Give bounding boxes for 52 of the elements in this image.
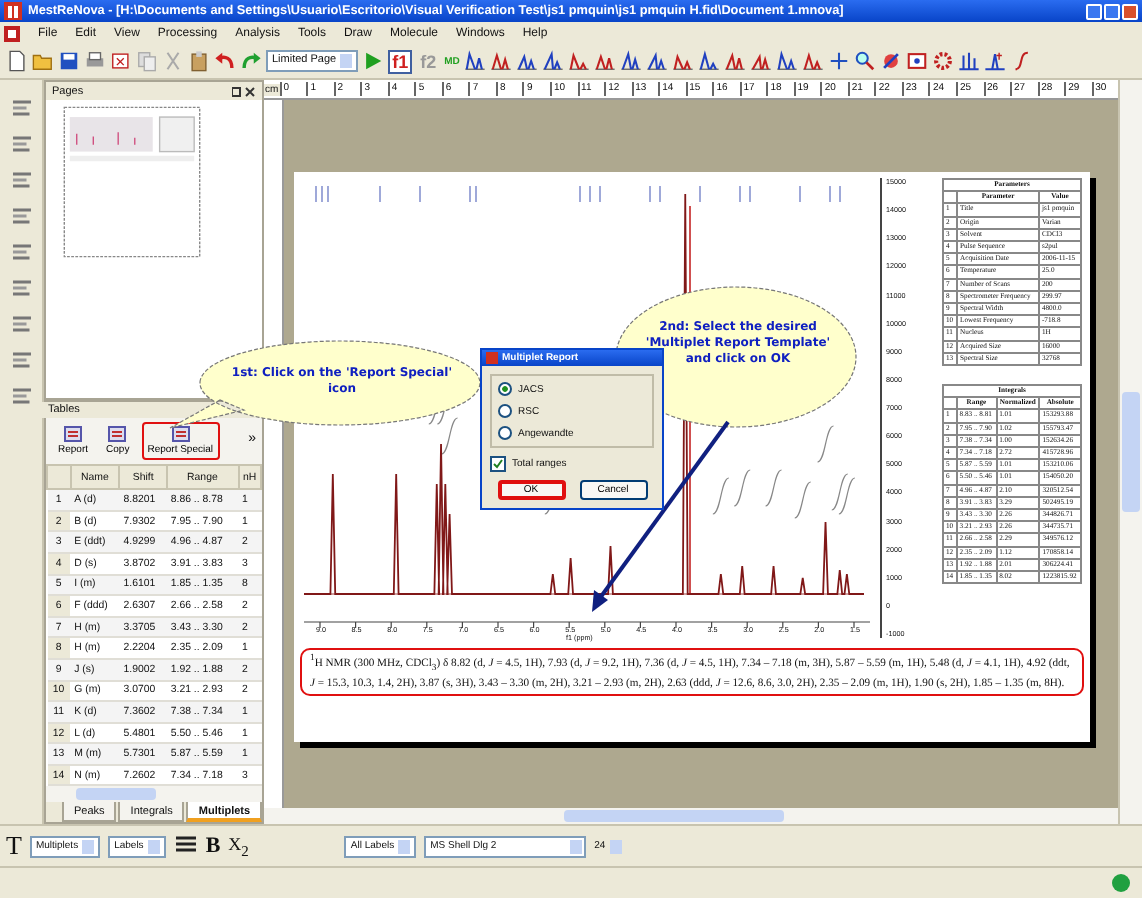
export-icon[interactable] xyxy=(110,50,132,72)
spectrum-tool-icon[interactable] xyxy=(619,50,642,72)
bold-button[interactable]: B xyxy=(205,834,221,858)
spectrum-tool-icon[interactable] xyxy=(567,50,590,72)
align-icon[interactable] xyxy=(173,836,198,856)
spectrum-tool-icon[interactable] xyxy=(723,50,746,72)
app-logo-icon xyxy=(486,352,498,364)
zoom-icon[interactable] xyxy=(853,50,876,72)
scrollbar[interactable] xyxy=(46,786,262,803)
dimension-button[interactable]: f1 xyxy=(388,49,413,73)
spectrum-tool-icon[interactable] xyxy=(489,50,512,72)
save-icon[interactable] xyxy=(58,50,80,72)
tool-icon[interactable] xyxy=(879,50,902,72)
document-icon xyxy=(4,25,20,41)
print-icon[interactable] xyxy=(84,50,106,72)
spectrum-tool-icon[interactable] xyxy=(749,50,772,72)
list-icon[interactable] xyxy=(9,96,33,120)
column-header xyxy=(943,191,958,204)
close-button[interactable] xyxy=(1122,3,1138,19)
page-thumbnail[interactable] xyxy=(62,106,202,258)
spectrum-tool-icon[interactable] xyxy=(671,50,694,72)
paste-icon[interactable] xyxy=(188,50,210,72)
peak-pick-icon[interactable] xyxy=(983,50,1006,72)
spectrum-tool-icon[interactable] xyxy=(463,50,486,72)
app-logo-icon xyxy=(4,2,22,20)
column-header xyxy=(943,397,957,410)
subscript-button[interactable]: X$_{2}$ xyxy=(228,833,249,859)
spectrum-tool-icon[interactable] xyxy=(801,50,824,72)
spectrum-tool-icon[interactable] xyxy=(645,50,668,72)
spectrum-tool-icon[interactable] xyxy=(697,50,720,72)
spectrum-tool-icon[interactable] xyxy=(775,50,798,72)
spectrum-tool-icon[interactable] xyxy=(541,50,564,72)
close-icon[interactable] xyxy=(232,85,256,97)
report-icon xyxy=(108,426,127,443)
spectrum-tool-icon[interactable] xyxy=(593,50,616,72)
play-icon[interactable] xyxy=(362,50,385,72)
redo-icon[interactable] xyxy=(240,50,262,72)
report-icon xyxy=(64,426,82,443)
minimize-button[interactable] xyxy=(1086,3,1102,19)
undo-icon[interactable] xyxy=(214,50,236,72)
checkmark-icon xyxy=(492,458,504,470)
maximize-button[interactable] xyxy=(1104,3,1120,19)
scrollbar[interactable] xyxy=(1118,80,1142,824)
peaks-icon[interactable] xyxy=(957,50,980,72)
text-tool-button[interactable]: T xyxy=(6,830,22,862)
new-file-icon[interactable] xyxy=(6,50,28,72)
scrollbar[interactable] xyxy=(264,808,1118,824)
status-icon xyxy=(1112,874,1130,892)
plus-icon[interactable] xyxy=(827,50,850,72)
open-folder-icon[interactable] xyxy=(32,50,54,72)
spectrum-tool-icon[interactable] xyxy=(515,50,538,72)
report-icon xyxy=(171,426,190,443)
